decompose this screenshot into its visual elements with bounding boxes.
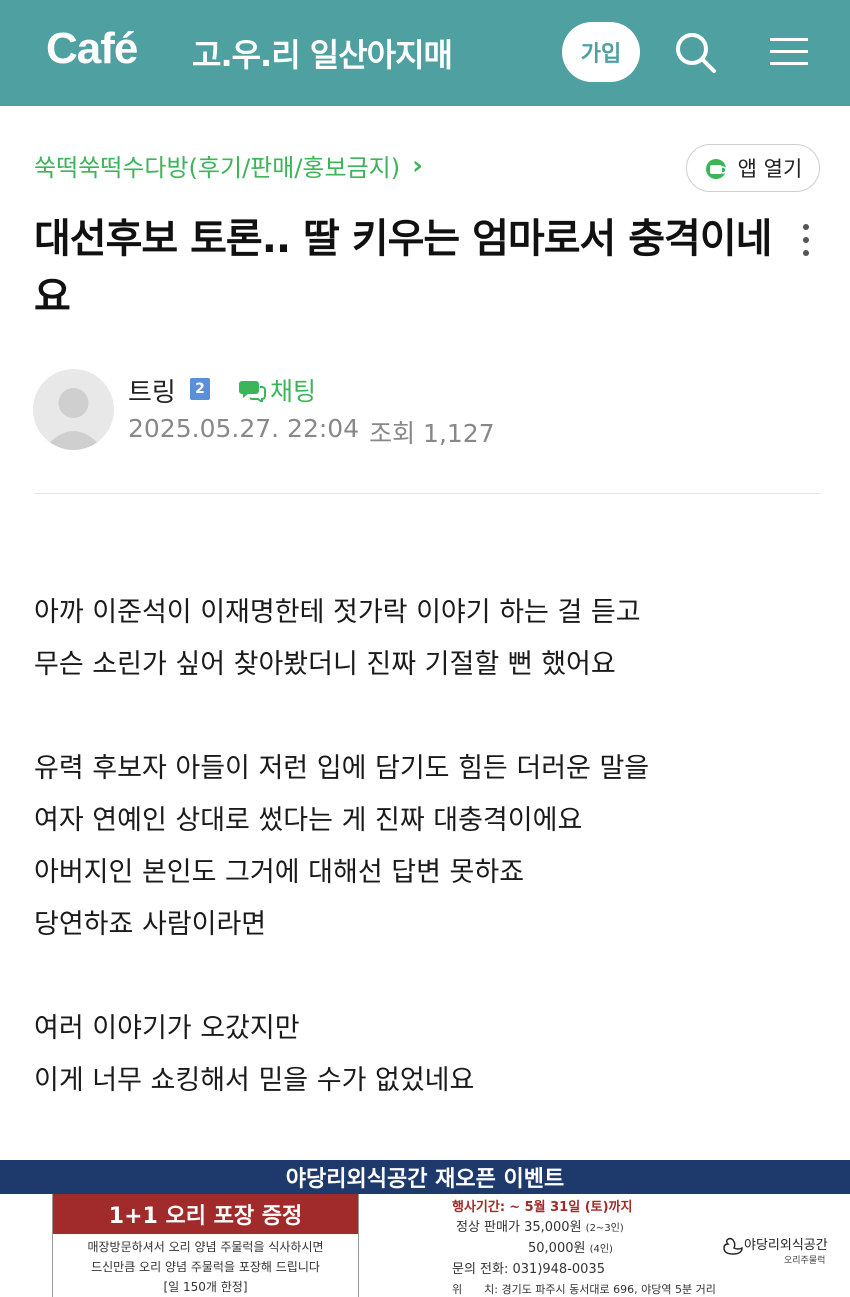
ad-phone-label: 문의 전화: [452, 1262, 509, 1277]
ad-logo-text: 야당리외식공간 [744, 1238, 828, 1253]
body-line: 아까 이준석이 이재명한테 젓가락 이야기 하는 걸 듣고 [34, 597, 641, 628]
ad-promo-line: [일 150개 한정] [163, 1280, 248, 1294]
post-body: 아까 이준석이 이재명한테 젓가락 이야기 하는 걸 듣고 무슨 소린가 싶어 … [34, 587, 814, 1107]
body-line: 여자 연예인 상대로 썼다는 게 진짜 대충격이에요 [34, 805, 583, 836]
cafe-name[interactable]: 고.우.리 일산아지매 [192, 30, 453, 76]
chat-label: 채팅 [270, 377, 317, 406]
post-meta: 2025.05.27. 22:04 조회 1,127 [128, 414, 495, 450]
body-line [34, 951, 814, 1003]
ad-details: 행사기간: ~ 5월 31일 (토)까지 정상 판매가 35,000원 (2~3… [452, 1198, 716, 1297]
ad-price-label: 정상 판매가 [456, 1220, 520, 1235]
avatar[interactable] [33, 369, 114, 450]
ad-address-label: 위 치: [452, 1283, 498, 1296]
app-open-button[interactable]: 앱 열기 [686, 144, 820, 192]
chat-bubble-icon [239, 381, 266, 402]
ad-promo-title: 1+1 오리 포장 증정 [53, 1194, 358, 1234]
ad-headline: 야당리외식공간 재오픈 이벤트 [0, 1160, 850, 1194]
body-line: 여러 이야기가 오갔지만 [34, 1013, 300, 1044]
board-name: 쑥떡쑥떡수다방(후기/판매/홍보금지) [34, 154, 401, 182]
ad-period-value: ~ 5월 31일 (토)까지 [509, 1200, 633, 1215]
menu-icon[interactable] [770, 36, 808, 68]
ad-price1-note: (2~3인) [585, 1223, 624, 1234]
ad-period-label: 행사기간: [452, 1200, 506, 1215]
ad-phone-value: 031)948-0035 [512, 1262, 605, 1277]
ad-price2-note: (4인) [589, 1244, 613, 1255]
post-date: 2025.05.27. 22:04 [128, 414, 360, 443]
ad-price2-value: 50,000원 [528, 1241, 586, 1256]
chat-link[interactable]: 채팅 [238, 372, 316, 408]
ad-price1: 정상 판매가 35,000원 (2~3인) [452, 1218, 712, 1239]
search-icon[interactable] [673, 30, 717, 74]
ad-promo-line: 매장방문하셔서 오리 양념 주물럭을 식사하시면 [87, 1240, 324, 1254]
ad-price1-value: 35,000원 [524, 1220, 582, 1235]
ad-period: 행사기간: ~ 5월 31일 (토)까지 [452, 1198, 712, 1218]
ad-banner[interactable]: 야당리외식공간 재오픈 이벤트 1+1 오리 포장 증정 매장방문하셔서 오리 … [0, 1160, 850, 1297]
divider [34, 493, 820, 494]
duck-logo-icon [723, 1237, 743, 1255]
post-title: 대선후보 토론.. 딸 키우는 엄마로서 충격이네요 [34, 216, 772, 320]
level-badge: 2 [190, 378, 210, 400]
body-line: 유력 후보자 아들이 저런 입에 담기도 힘든 더러운 말을 [34, 753, 650, 784]
ad-promo-box: 1+1 오리 포장 증정 매장방문하셔서 오리 양념 주물럭을 식사하시면 드신… [52, 1194, 359, 1297]
body-line: 이게 너무 쇼킹해서 믿을 수가 없었네요 [34, 1065, 475, 1096]
chevron-right-icon: › [412, 150, 423, 181]
ad-price2: 50,000원 (4인) [452, 1239, 712, 1260]
more-options-icon[interactable] [800, 222, 812, 258]
default-avatar-icon [43, 388, 104, 450]
cafe-logo[interactable]: Café [46, 24, 138, 74]
body-line: 당연하죠 사람이라면 [34, 909, 267, 940]
ad-address: 위 치: 경기도 파주시 동서대로 696, 야당역 5분 거리 [452, 1280, 716, 1297]
ad-address-value: 경기도 파주시 동서대로 696, 야당역 5분 거리 [501, 1283, 716, 1296]
coffee-cup-icon [705, 159, 727, 179]
view-count: 조회 1,127 [369, 419, 495, 448]
top-bar: Café 고.우.리 일산아지매 가입 [0, 0, 850, 106]
join-button[interactable]: 가입 [562, 22, 640, 82]
ad-phone: 문의 전화: 031)948-0035 [452, 1260, 712, 1280]
ad-logo-sub: 오리주물럭 [784, 1256, 826, 1266]
body-line [34, 691, 814, 743]
board-link[interactable]: 쑥떡쑥떡수다방(후기/판매/홍보금지) › [34, 148, 423, 183]
body-line: 아버지인 본인도 그거에 대해선 답변 못하죠 [34, 857, 525, 888]
body-line: 무슨 소린가 싶어 찾아봤더니 진짜 기절할 뻔 했어요 [34, 649, 616, 680]
author-name[interactable]: 트링 [128, 372, 176, 409]
app-open-label: 앱 열기 [737, 157, 803, 181]
ad-promo-line: 드신만큼 오리 양념 주물럭을 포장해 드립니다 [91, 1260, 320, 1274]
